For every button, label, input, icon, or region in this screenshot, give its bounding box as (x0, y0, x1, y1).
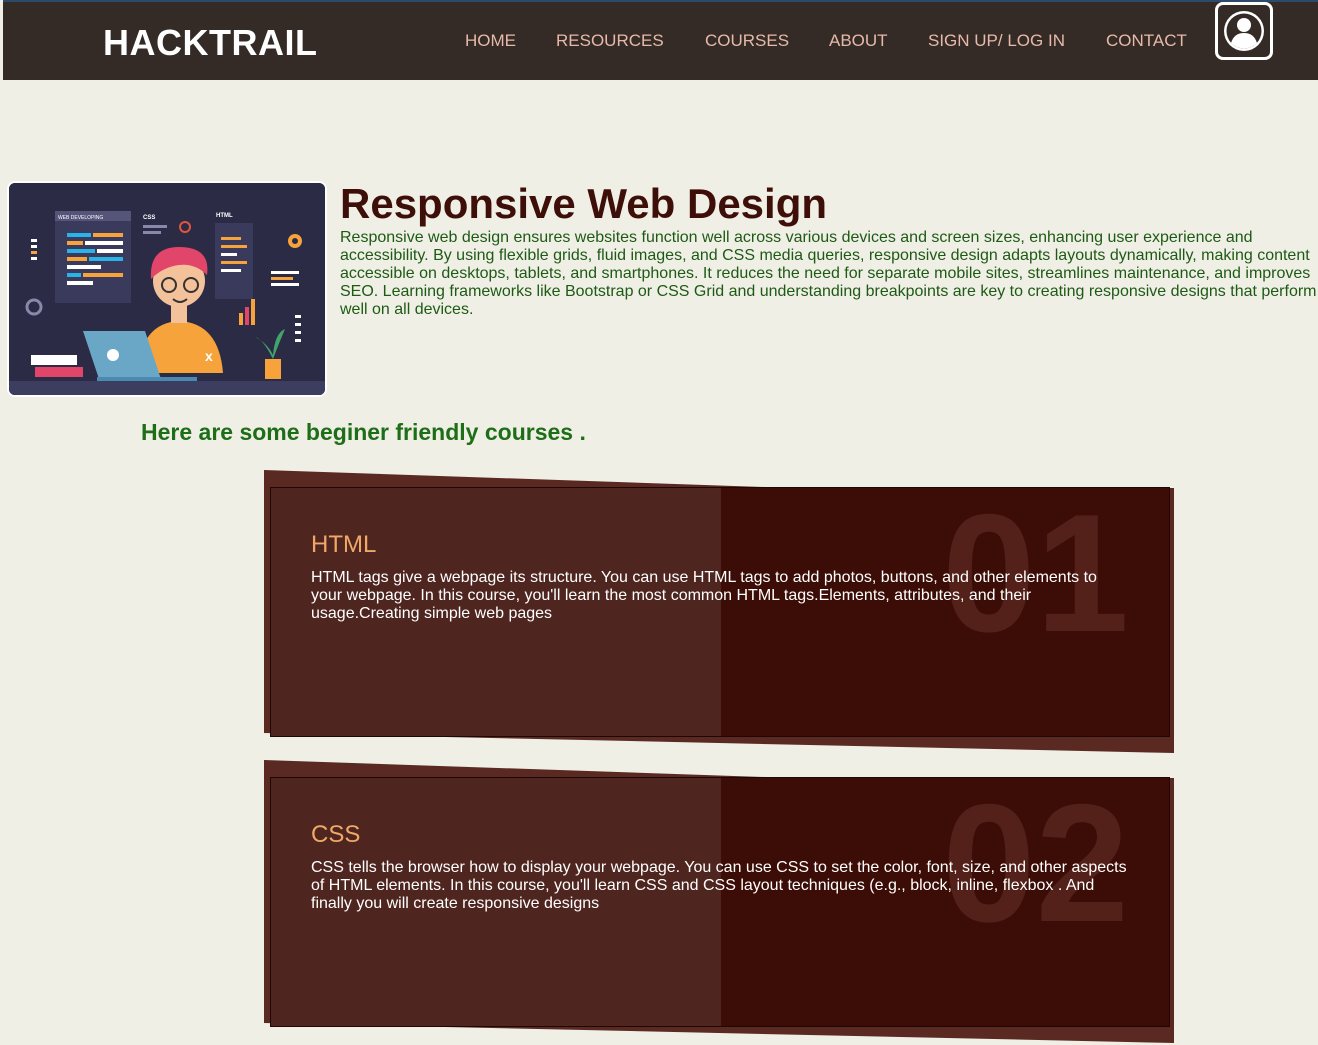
profile-button[interactable] (1215, 2, 1273, 60)
user-avatar-icon (1224, 11, 1264, 51)
hero-illustration: WEB DEVELOPING CSS HTML x (7, 181, 327, 397)
nav-resources[interactable]: RESOURCES (556, 31, 664, 51)
course-card-css[interactable]: 02 CSS CSS tells the browser how to disp… (270, 777, 1170, 1027)
course-card-html[interactable]: 01 HTML HTML tags give a webpage its str… (270, 487, 1170, 737)
nav-signup-login[interactable]: SIGN UP/ LOG IN (928, 31, 1065, 51)
nav-home[interactable]: HOME (465, 31, 516, 51)
courses-heading: Here are some beginer friendly courses . (141, 419, 586, 445)
course-description: HTML tags give a webpage its structure. … (311, 569, 1097, 622)
svg-text:x: x (205, 348, 213, 364)
hero-description: Responsive web design ensures websites f… (340, 229, 1317, 318)
page-title: Responsive Web Design (340, 180, 828, 227)
nav-about[interactable]: ABOUT (829, 31, 888, 51)
course-title: HTML (311, 531, 377, 558)
illustration-label-web: WEB DEVELOPING (58, 215, 103, 221)
nav-courses[interactable]: COURSES (705, 31, 789, 51)
course-title: CSS (311, 821, 361, 848)
course-description: CSS tells the browser how to display you… (311, 859, 1127, 912)
illustration-label-css: CSS (143, 215, 155, 221)
navbar: HACKTRAIL HOME RESOURCES COURSES ABOUT S… (3, 0, 1318, 80)
illustration-label-html: HTML (216, 213, 233, 219)
brand-logo[interactable]: HACKTRAIL (103, 22, 317, 64)
nav-contact[interactable]: CONTACT (1106, 31, 1187, 51)
